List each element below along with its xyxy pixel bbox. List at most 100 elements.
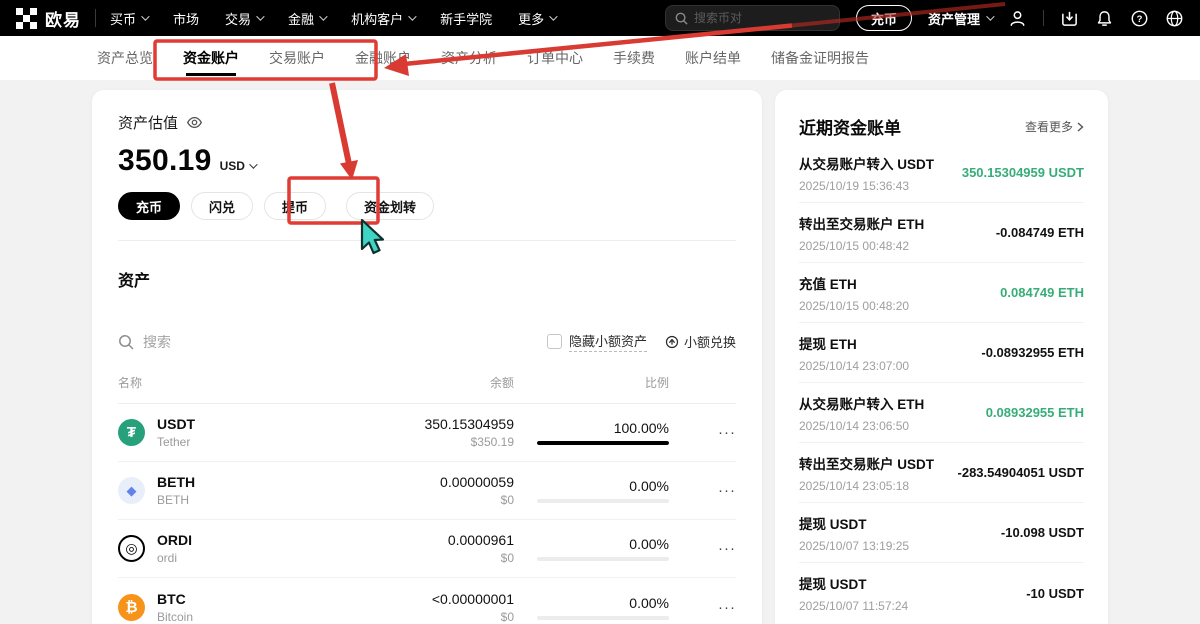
hide-small-assets-toggle[interactable]: 隐藏小额资产 — [547, 331, 647, 352]
divider — [118, 240, 736, 241]
column-ratio: 比例 — [514, 374, 669, 391]
bill-amount: 0.08932955 ETH — [986, 405, 1084, 420]
asset-search-input[interactable] — [143, 334, 343, 350]
list-item[interactable]: 从交易账户转入 USDT2025/10/19 15:36:43 350.1530… — [799, 143, 1084, 203]
ratio-bar — [537, 499, 669, 503]
coin-balance: 350.15304959 — [344, 416, 514, 432]
menu-item-trade[interactable]: 交易 — [225, 9, 262, 28]
divider — [1043, 10, 1044, 26]
table-row-ordi[interactable]: ◎ ORDIordi 0.0000961$0 0.00% ··· — [118, 520, 736, 578]
coin-name: BETH — [157, 493, 195, 507]
asset-table-header: 名称 余额 比例 — [118, 374, 736, 404]
notifications-bell-icon[interactable] — [1095, 9, 1114, 28]
funds-transfer-button[interactable]: 资金划转 — [346, 192, 434, 220]
usdt-coin-icon: ₮ — [118, 419, 145, 446]
convert-small-assets[interactable]: 小额兑换 — [665, 332, 736, 351]
list-item[interactable]: 提现 ETH2025/10/14 23:07:00 -0.08932955 ET… — [799, 323, 1084, 383]
tab-asset-analysis[interactable]: 资产分析 — [441, 36, 497, 80]
coin-symbol: BETH — [157, 474, 195, 490]
search-icon — [118, 334, 134, 350]
bill-amount: -10.098 USDT — [1001, 525, 1084, 540]
list-item[interactable]: 提现 USDT2025/10/07 11:57:24 -10 USDT — [799, 563, 1084, 623]
download-app-icon[interactable] — [1060, 9, 1079, 28]
ratio-bar — [537, 557, 669, 561]
bill-amount: -283.54904051 USDT — [958, 465, 1084, 480]
coin-symbol: BTC — [157, 591, 193, 607]
tab-funding-account[interactable]: 资金账户 — [183, 36, 239, 80]
profile-icon[interactable] — [1008, 9, 1027, 28]
table-row-btc[interactable]: ₿ BTCBitcoin <0.00000001$0 0.00% ··· — [118, 578, 736, 624]
top-navbar: 欧易 买币 市场 交易 金融 机构客户 新手学院 更多 充币 资产管理 ? — [0, 0, 1200, 36]
list-item[interactable]: 转出至交易账户 USDT2025/10/14 23:05:18 -283.549… — [799, 443, 1084, 503]
coin-usd-value: $0 — [344, 551, 514, 565]
coin-usd-value: $0 — [344, 493, 514, 507]
brand-name: 欧易 — [45, 6, 81, 31]
funding-account-panel: 资产估值 350.19 USD 充币 闪兑 提币 资金划转 资产 隐藏小额资产 … — [92, 90, 762, 624]
svg-text:?: ? — [1137, 13, 1143, 24]
coin-ratio: 0.00% — [629, 478, 669, 494]
tab-asset-overview[interactable]: 资产总览 — [97, 36, 153, 80]
convert-icon — [665, 335, 679, 349]
tab-trading-account[interactable]: 交易账户 — [269, 36, 325, 80]
deposit-crypto-button[interactable]: 充币 — [118, 192, 180, 220]
table-row-usdt[interactable]: ₮ USDTTether 350.15304959$350.19 100.00%… — [118, 404, 736, 462]
row-more-button[interactable]: ··· — [669, 540, 736, 557]
coin-name: Tether — [157, 435, 195, 449]
bill-amount: -0.08932955 ETH — [981, 345, 1084, 360]
withdraw-button[interactable]: 提币 — [264, 192, 326, 220]
chevron-down-icon — [408, 12, 416, 20]
divider — [95, 9, 96, 27]
valuation-label: 资产估值 — [118, 112, 178, 133]
tab-fees[interactable]: 手续费 — [613, 36, 655, 80]
bill-amount: -0.084749 ETH — [996, 225, 1084, 240]
menu-item-more[interactable]: 更多 — [518, 9, 555, 28]
pair-search-input[interactable] — [694, 11, 814, 25]
list-item[interactable]: 充值 ETH2025/10/15 00:48:20 0.084749 ETH — [799, 263, 1084, 323]
main-menu: 买币 市场 交易 金融 机构客户 新手学院 更多 — [110, 9, 555, 28]
ratio-bar — [537, 441, 669, 445]
ratio-bar — [537, 616, 669, 620]
pair-search-box[interactable] — [665, 5, 840, 31]
search-icon — [675, 12, 688, 25]
coin-ratio: 0.00% — [629, 595, 669, 611]
tab-proof-of-reserves[interactable]: 储备金证明报告 — [771, 36, 869, 80]
currency-selector[interactable]: USD — [220, 159, 255, 173]
help-icon[interactable]: ? — [1130, 9, 1149, 28]
table-row-beth[interactable]: ◆ BETHBETH 0.00000059$0 0.00% ··· — [118, 462, 736, 520]
row-more-button[interactable]: ··· — [669, 599, 736, 616]
assets-section-title: 资产 — [118, 267, 736, 291]
tab-order-center[interactable]: 订单中心 — [527, 36, 583, 80]
menu-item-academy[interactable]: 新手学院 — [440, 9, 492, 28]
list-item[interactable]: 转出至交易账户 ETH2025/10/15 00:48:42 -0.084749… — [799, 203, 1084, 263]
deposit-button[interactable]: 充币 — [856, 5, 912, 31]
asset-search-box[interactable] — [118, 334, 547, 350]
eye-toggle-icon[interactable] — [186, 114, 203, 131]
coin-usd-value: $350.19 — [344, 435, 514, 449]
total-valuation: 350.19 — [118, 144, 212, 178]
brand[interactable]: 欧易 — [16, 6, 81, 31]
chevron-down-icon — [141, 12, 149, 20]
tab-account-statement[interactable]: 账户结单 — [685, 36, 741, 80]
chevron-down-icon — [249, 160, 257, 168]
chevron-right-icon — [1076, 122, 1084, 132]
menu-item-buy-crypto[interactable]: 买币 — [110, 9, 147, 28]
language-globe-icon[interactable] — [1165, 9, 1184, 28]
column-balance: 余额 — [344, 374, 514, 391]
view-more-link[interactable]: 查看更多 — [1025, 118, 1084, 135]
coin-ratio: 0.00% — [629, 536, 669, 552]
chevron-down-icon — [549, 12, 557, 20]
row-more-button[interactable]: ··· — [669, 482, 736, 499]
row-more-button[interactable]: ··· — [669, 424, 736, 441]
menu-item-institutional[interactable]: 机构客户 — [351, 9, 414, 28]
hide-small-assets-checkbox[interactable] — [547, 334, 562, 349]
coin-name: Bitcoin — [157, 610, 193, 624]
list-item[interactable]: 从交易账户转入 ETH2025/10/14 23:06:50 0.0893295… — [799, 383, 1084, 443]
list-item[interactable]: 提现 USDT2025/10/07 13:19:25 -10.098 USDT — [799, 503, 1084, 563]
chevron-down-icon — [986, 12, 994, 20]
asset-management-menu[interactable]: 资产管理 — [928, 9, 992, 28]
chevron-down-icon — [319, 12, 327, 20]
tab-finance-account[interactable]: 金融账户 — [355, 36, 411, 80]
menu-item-finance[interactable]: 金融 — [288, 9, 325, 28]
flash-convert-button[interactable]: 闪兑 — [191, 192, 253, 220]
menu-item-markets[interactable]: 市场 — [173, 9, 199, 28]
